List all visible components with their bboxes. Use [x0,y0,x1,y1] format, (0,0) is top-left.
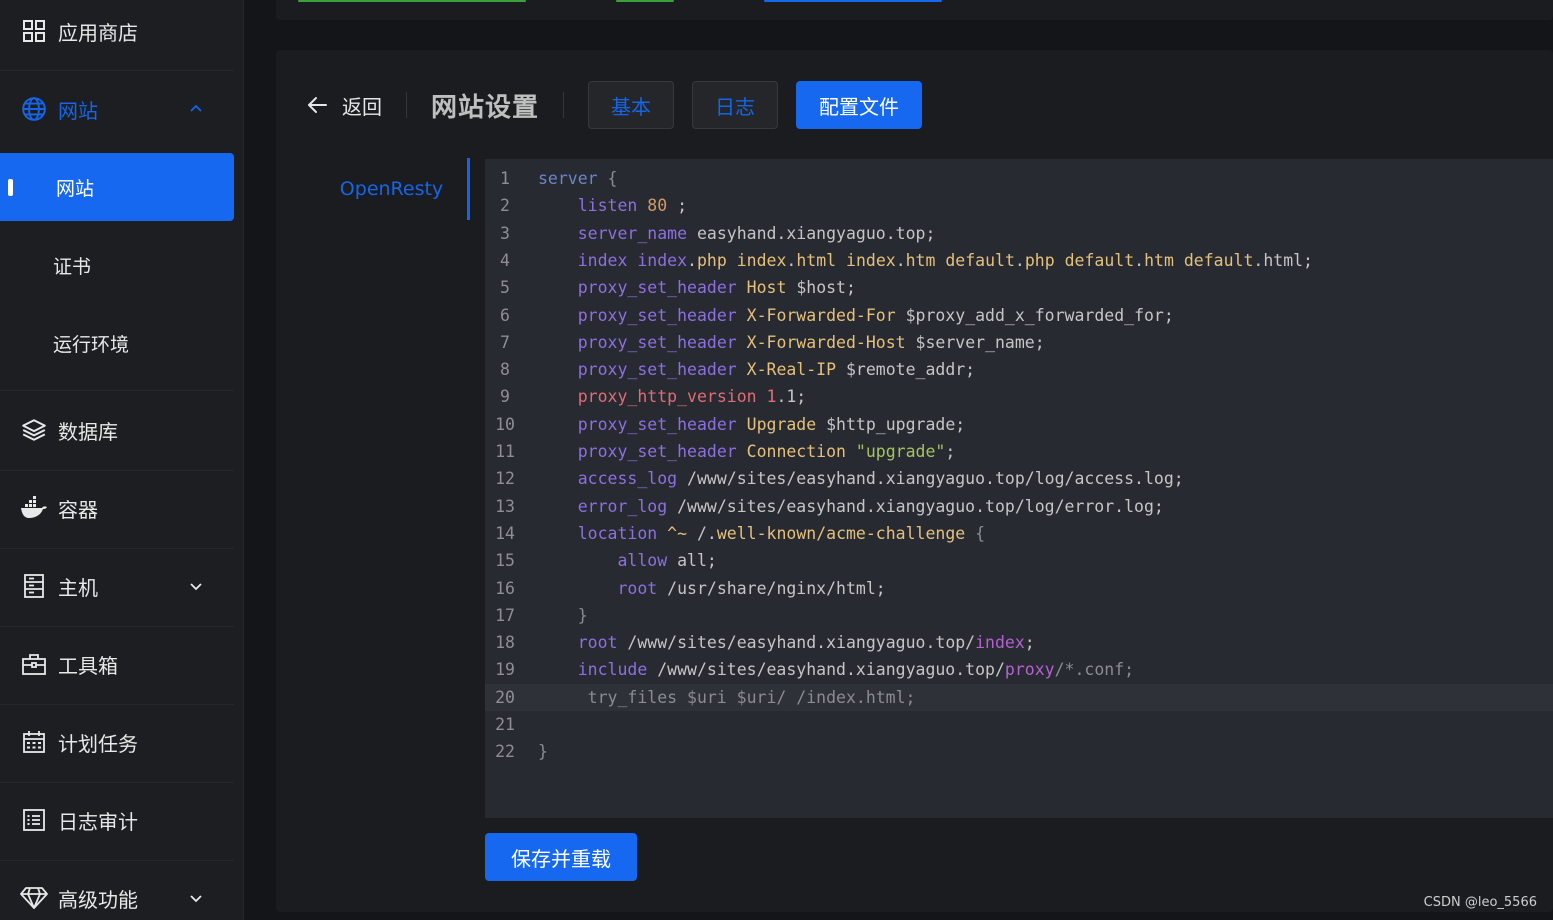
code-line: 4 index index.php index.html index.htm d… [500,250,1313,270]
code-line: 15 allow all; [495,551,717,571]
sidebar-item-label: 工具箱 [58,653,118,678]
sidebar-item-logs[interactable]: 日志审计 [0,786,234,854]
code-line: 11 proxy_set_header Connection "upgrade"… [495,442,956,461]
sidebar-item-app-store[interactable]: 应用商店 [0,0,234,65]
divider [0,470,234,471]
code-line: 21 [495,715,515,734]
sidebar-item-label: 证书 [53,255,92,278]
sidebar: 应用商店 网站 网站 证书 运行环境 数据库 容器 主机 工具箱 计划任务 日志… [0,0,244,920]
grid-icon [20,17,48,45]
code-line: 16 root /usr/share/nginx/html; [495,578,886,598]
chevron-up-icon [190,104,202,112]
divider [0,860,234,861]
divider [0,390,234,391]
code-line: 17 } [495,605,588,625]
code-line: 5 proxy_set_header Host $host; [500,278,856,298]
diamond-icon [20,884,48,912]
back-button[interactable]: 返回 [306,91,382,120]
back-label: 返回 [342,94,382,119]
server-icon [20,572,48,600]
code-line: 12 access_log /www/sites/easyhand.xiangy… [495,469,1184,489]
sidebar-item-advanced[interactable]: 高级功能 [0,864,234,920]
sidebar-item-label: 运行环境 [53,333,130,356]
code-line: 1 server { [500,169,618,188]
code-line: 6 proxy_set_header X-Forwarded-For $prox… [500,305,1174,325]
sidebar-item-label: 计划任务 [58,731,138,756]
sidebar-item-toolbox[interactable]: 工具箱 [0,630,234,698]
arrow-left-icon [308,97,327,113]
sidebar-item-label: 主机 [58,575,98,600]
sidebar-subitem-websites[interactable]: 网站 [0,153,234,221]
top-toolbar-remnant [276,0,1553,20]
divider [563,92,565,118]
side-tab-openresty[interactable]: OpenResty [306,158,470,220]
code-line: 2 listen 80 ; [500,196,688,216]
sidebar-subitem-runtime[interactable]: 运行环境 [0,309,234,377]
code-editor[interactable]: 1 server { 2 listen 80 ; 3 server_name ea… [485,159,1553,818]
docker-icon [20,494,48,522]
code-line: 22} [495,742,548,762]
save-and-reload-button[interactable]: 保存并重载 [485,833,637,881]
sidebar-item-label: 容器 [58,497,98,522]
sidebar-item-label: 高级功能 [58,887,138,912]
sidebar-item-label: 日志审计 [58,809,138,834]
sidebar-item-label: 数据库 [58,419,118,444]
code-line: 7 proxy_set_header X-Forwarded-Host $ser… [500,332,1045,352]
log-icon [20,806,48,834]
globe-icon [20,95,48,123]
status-bar-remnant [764,0,942,2]
divider [0,626,234,627]
sidebar-item-label: 应用商店 [58,20,138,45]
code-line: 8 proxy_set_header X-Real-IP $remote_add… [500,360,976,380]
layers-icon [20,416,48,444]
code-line: 13 error_log /www/sites/easyhand.xiangya… [495,496,1164,516]
chevron-down-icon [190,583,202,591]
sidebar-subitem-certificates[interactable]: 证书 [0,231,234,299]
toolbox-icon [20,650,48,678]
divider [0,70,234,71]
site-settings-panel: 返回 网站设置 基本 日志 配置文件 OpenResty 1 server { 2… [276,50,1553,912]
tab-logs[interactable]: 日志 [692,81,779,129]
code-line: 10 proxy_set_header Upgrade $http_upgrad… [495,414,966,434]
watermark: CSDN @leo_5566 [1423,895,1537,910]
sidebar-item-containers[interactable]: 容器 [0,474,234,542]
status-bar-remnant [616,0,674,2]
code-line: 18 root /www/sites/easyhand.xiangyaguo.t… [495,633,1035,653]
divider [0,704,234,705]
code-line: 9 proxy_http_version 1.1; [500,387,807,407]
divider [0,548,234,549]
divider [0,782,234,783]
page-header: 返回 网站设置 基本 日志 配置文件 [306,80,940,130]
code-line: 19 include /www/sites/easyhand.xiangyagu… [495,660,1135,680]
sidebar-item-websites[interactable]: 网站 [0,75,234,143]
sidebar-item-host[interactable]: 主机 [0,552,234,620]
tab-config-file[interactable]: 配置文件 [796,81,923,129]
chevron-down-icon [190,895,202,903]
sidebar-item-label: 网站 [56,177,95,200]
status-bar-remnant [298,0,526,2]
page-title: 网站设置 [431,92,540,123]
code-line: 14 location ^~ /.well-known/acme-challen… [495,523,986,543]
sidebar-item-label: 网站 [58,98,98,123]
calendar-icon [20,728,48,756]
divider [406,92,407,118]
sidebar-item-cron[interactable]: 计划任务 [0,708,234,776]
code-line-current: 20 try_files $uri $uri/ /index.html; [485,683,1553,711]
code-line: 3 server_name easyhand.xiangyaguo.top; [500,223,936,243]
tab-basic[interactable]: 基本 [588,81,675,129]
sidebar-item-database[interactable]: 数据库 [0,396,234,464]
